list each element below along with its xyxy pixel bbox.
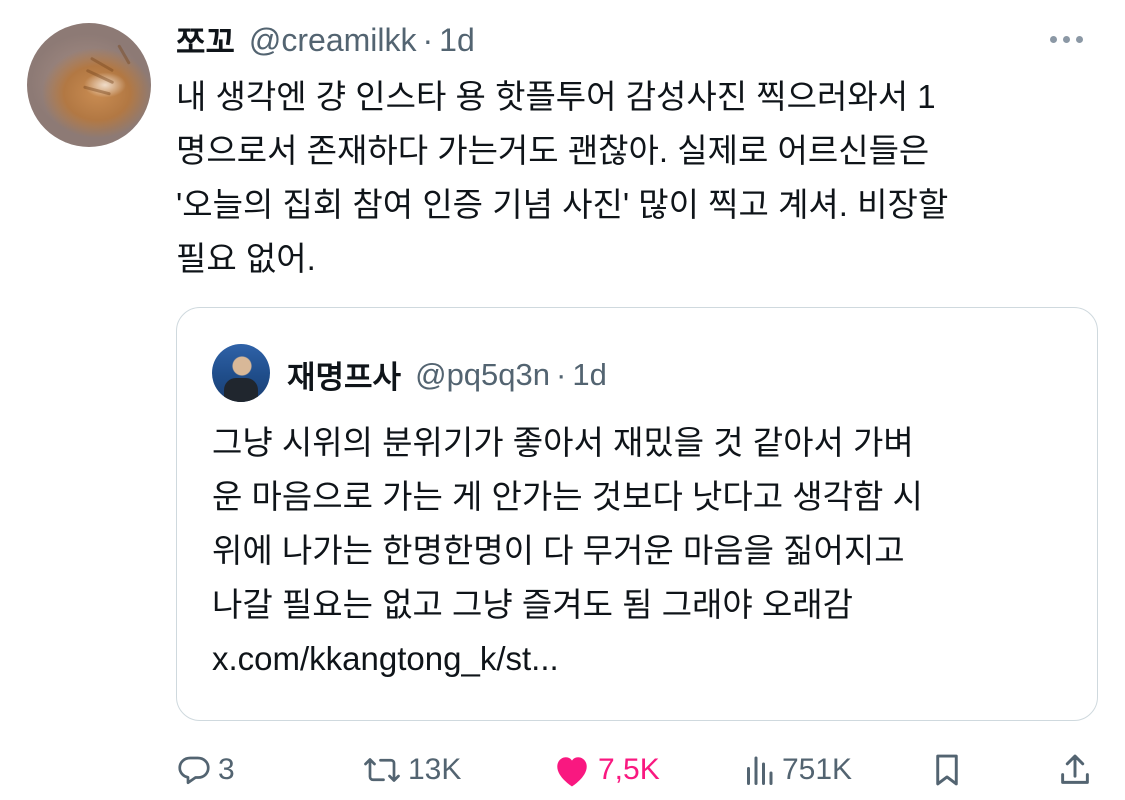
views-icon: [742, 752, 776, 788]
retweet-button[interactable]: 13K: [362, 745, 461, 795]
quoted-text-line: 그냥 시위의 분위기가 좋아서 재밌을 것 같아서 가벼: [212, 424, 914, 461]
bookmark-icon: [930, 751, 964, 789]
heart-icon: [552, 752, 592, 788]
reply-button[interactable]: 3: [176, 745, 235, 795]
tweet-text-line: 명으로서 존재하다 가는거도 괜찮아. 실제로 어르신들은: [176, 132, 930, 169]
author-display-name[interactable]: 쪼꼬: [176, 17, 235, 63]
tweet-text: 내 생각엔 걍 인스타 용 핫플투어 감성사진 찍으러와서 1 명으로서 존재하…: [176, 70, 1096, 286]
quoted-tweet-text: 그냥 시위의 분위기가 좋아서 재밌을 것 같아서 가벼 운 마음으로 가는 게…: [212, 416, 1072, 686]
quoted-text-line: 나갈 필요는 없고 그냥 즐겨도 됨 그래야 오래감: [212, 586, 854, 623]
quoted-author-handle[interactable]: @pq5q3n: [415, 357, 550, 393]
tweet-timestamp[interactable]: 1d: [439, 22, 475, 59]
reply-icon: [176, 752, 212, 788]
share-icon: [1058, 751, 1092, 789]
author-avatar[interactable]: [27, 23, 151, 147]
quoted-text-line: 운 마음으로 가는 게 안가는 것보다 낫다고 생각함 시: [212, 478, 923, 515]
retweet-icon: [362, 752, 402, 788]
action-bar: 3 13K 7,5K 751K: [0, 745, 1125, 795]
tweet-header: 쪼꼬 @creamilkk · 1d: [176, 17, 475, 63]
views-button[interactable]: 751K: [742, 745, 852, 795]
share-button[interactable]: [1058, 745, 1092, 795]
quoted-text-line: 위에 나가는 한명한명이 다 무거운 마음을 짊어지고: [212, 532, 905, 569]
quoted-link[interactable]: x.com/kkangtong_k/st...: [212, 632, 1072, 686]
views-count: 751K: [782, 753, 853, 786]
quoted-author-avatar[interactable]: [212, 344, 270, 402]
separator-dot: ·: [422, 21, 434, 58]
quoted-tweet-header: 재명프사 @pq5q3n · 1d: [287, 352, 607, 397]
like-button[interactable]: 7,5K: [552, 745, 660, 795]
tweet-text-line: 필요 없어.: [176, 240, 316, 277]
reply-count: 3: [218, 753, 235, 786]
quoted-tweet-timestamp[interactable]: 1d: [572, 357, 606, 393]
more-icon[interactable]: [1050, 36, 1083, 43]
separator-dot: ·: [556, 356, 567, 392]
bookmark-button[interactable]: [930, 745, 964, 795]
like-count: 7,5K: [598, 753, 660, 786]
tweet-text-line: '오늘의 집회 참여 인증 기념 사진' 많이 찍고 계셔. 비장할: [176, 186, 949, 223]
quoted-tweet-card[interactable]: 재명프사 @pq5q3n · 1d 그냥 시위의 분위기가 좋아서 재밌을 것 …: [176, 307, 1098, 721]
quoted-author-display-name[interactable]: 재명프사: [287, 352, 401, 397]
tweet-text-line: 내 생각엔 걍 인스타 용 핫플투어 감성사진 찍으러와서 1: [176, 78, 936, 115]
author-handle[interactable]: @creamilkk: [249, 22, 417, 59]
retweet-count: 13K: [408, 753, 462, 786]
